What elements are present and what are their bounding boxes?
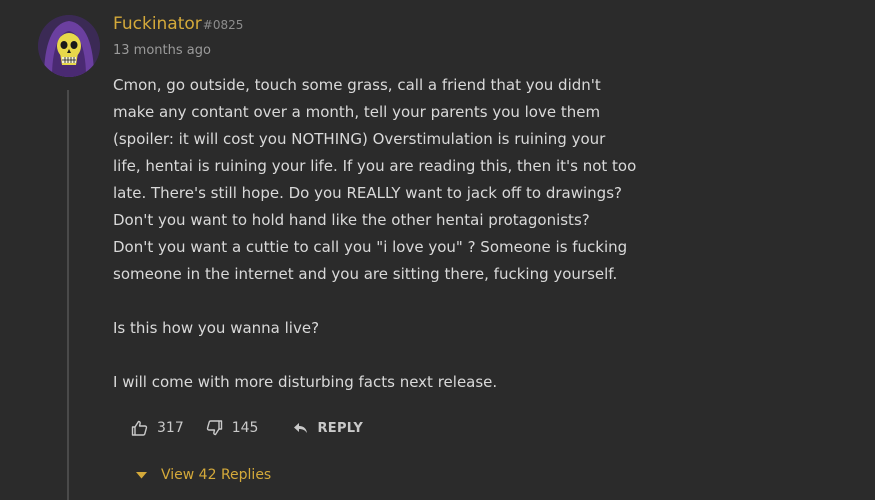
comment-body: Cmon, go outside, touch some grass, call… <box>113 72 673 396</box>
skeletor-avatar <box>38 15 100 77</box>
comment-paragraph: Cmon, go outside, touch some grass, call… <box>113 76 637 283</box>
avatar[interactable] <box>38 15 100 77</box>
comment-paragraph: I will come with more disturbing facts n… <box>113 373 498 391</box>
view-replies-label: View 42 Replies <box>161 467 272 483</box>
view-replies-button[interactable]: View 42 Replies <box>136 467 271 483</box>
dislike-button[interactable]: 145 <box>206 420 259 436</box>
username[interactable]: Fuckinator <box>113 14 202 34</box>
dislike-count: 145 <box>231 420 259 436</box>
caret-down-icon <box>136 471 147 478</box>
comment-header: Fuckinator#0825 <box>113 14 243 34</box>
comment-actions: 317 145 REPLY <box>131 420 363 436</box>
reply-label: REPLY <box>317 420 364 436</box>
user-discriminator: #0825 <box>202 18 244 32</box>
like-count: 317 <box>157 420 184 436</box>
like-button[interactable]: 317 <box>131 420 184 436</box>
thread-line <box>67 90 69 500</box>
reply-button[interactable]: REPLY <box>293 421 363 436</box>
reply-arrow-icon <box>294 423 308 433</box>
thumbs-down-icon <box>206 420 222 436</box>
thumbs-up-icon <box>131 420 148 436</box>
comment-card: Fuckinator#0825 13 months ago Cmon, go o… <box>0 0 875 500</box>
timestamp[interactable]: 13 months ago <box>113 43 211 58</box>
comment-paragraph: Is this how you wanna live? <box>113 319 320 337</box>
